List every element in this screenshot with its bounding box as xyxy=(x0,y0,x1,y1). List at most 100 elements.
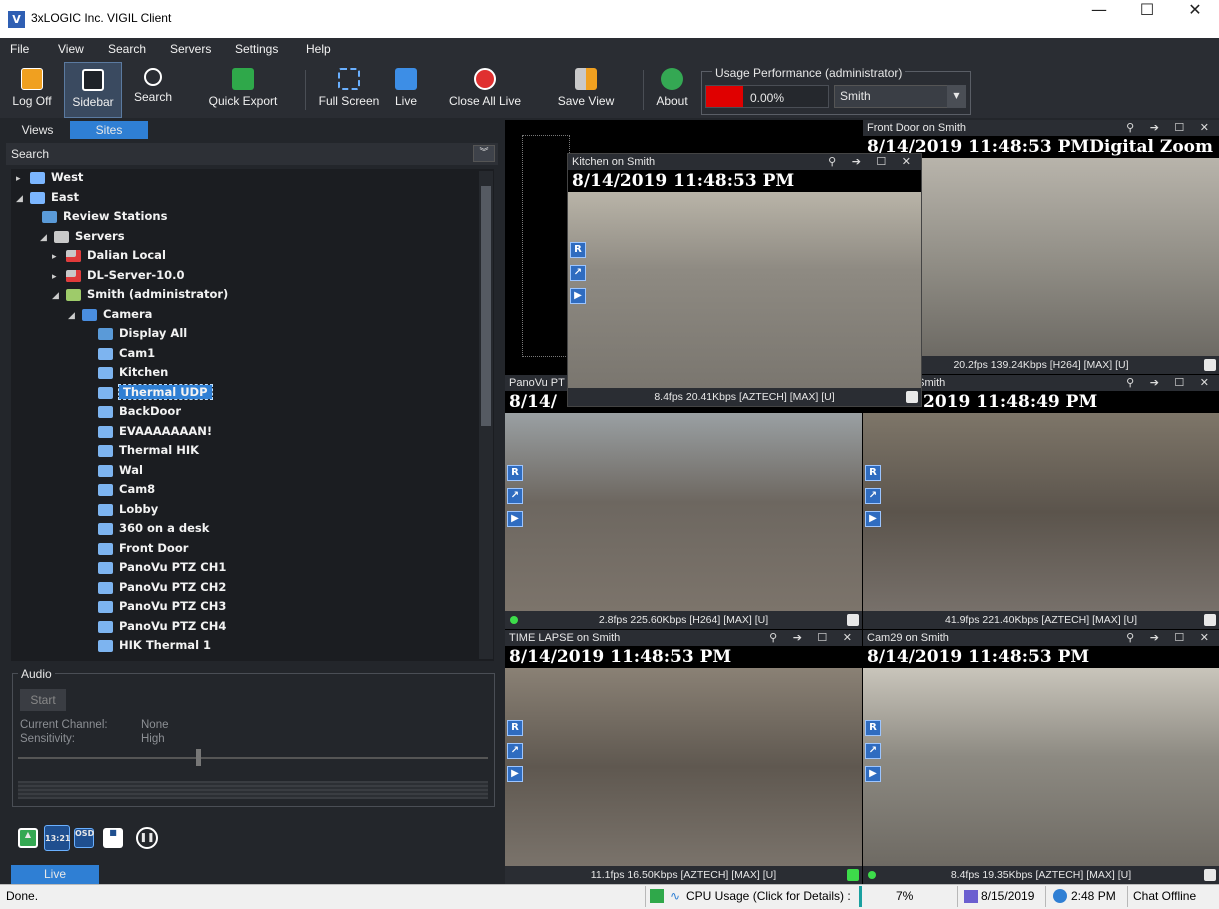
r-icon[interactable]: R xyxy=(865,465,881,481)
tree-item[interactable]: Front Door xyxy=(12,541,476,561)
user-status-icon[interactable] xyxy=(650,889,664,903)
r-icon[interactable]: R xyxy=(507,465,523,481)
record-camera-icon[interactable] xyxy=(1204,614,1216,626)
menu-servers[interactable]: Servers xyxy=(170,42,211,56)
share-icon[interactable]: ↗ xyxy=(865,488,881,504)
play-icon[interactable]: ▶ xyxy=(507,511,523,527)
tree-item[interactable]: ▸ DL-Server-10.0 xyxy=(12,268,476,288)
r-icon[interactable]: R xyxy=(570,242,586,258)
sensitivity-slider[interactable] xyxy=(18,757,488,759)
menu-settings[interactable]: Settings xyxy=(235,42,278,56)
share-icon[interactable]: ↗ xyxy=(570,265,586,281)
tree-item[interactable]: Cam8 xyxy=(12,482,476,502)
video-feed[interactable] xyxy=(568,192,921,388)
chevron-down-icon[interactable]: ▼ xyxy=(947,85,966,108)
video-feed[interactable] xyxy=(863,668,1219,866)
expand-arrow-icon[interactable]: ◢ xyxy=(68,311,78,321)
tree-scrollbar-thumb[interactable] xyxy=(481,186,491,426)
tile-panovu[interactable]: PanoVu PT 8/14/ R ↗ ▶ 2.8fps 225.60Kbps … xyxy=(505,375,862,629)
tree-item[interactable]: ▸ West xyxy=(12,170,476,190)
share-icon[interactable]: ↗ xyxy=(507,488,523,504)
tree-item[interactable]: Review Stations xyxy=(12,209,476,229)
tab-sites[interactable]: Sites xyxy=(70,121,148,139)
play-icon[interactable]: ▶ xyxy=(865,766,881,782)
tree-item[interactable]: PanoVu PTZ CH2 xyxy=(12,580,476,600)
cpu-usage-label[interactable]: CPU Usage (Click for Details) : xyxy=(686,889,851,903)
camera-snapshot-icon[interactable]: ■ xyxy=(103,828,123,848)
expand-arrow-icon[interactable]: ◢ xyxy=(16,194,26,204)
record-camera-icon[interactable] xyxy=(906,391,918,403)
menu-help[interactable]: Help xyxy=(306,42,331,56)
audio-start-button[interactable]: Start xyxy=(20,689,66,711)
close-all-live-button[interactable]: Close All Live xyxy=(443,62,527,118)
tree-item[interactable]: BackDoor xyxy=(12,404,476,424)
tile-controls[interactable]: ⚲ ➔ ☐ ✕ xyxy=(828,154,917,170)
tree-item[interactable]: PanoVu PTZ CH4 xyxy=(12,619,476,639)
expand-arrow-icon[interactable]: ◢ xyxy=(52,291,62,301)
live-tab[interactable]: Live xyxy=(11,865,99,884)
expand-arrow-icon[interactable]: ▸ xyxy=(52,272,62,282)
tree-item[interactable]: PanoVu PTZ CH1 xyxy=(12,560,476,580)
expand-arrow-icon[interactable]: ▸ xyxy=(16,174,26,184)
tile-kitchen[interactable]: Kitchen on Smith ⚲ ➔ ☐ ✕ 8/14/2019 11:48… xyxy=(567,153,922,407)
about-button[interactable]: About xyxy=(650,62,694,118)
record-camera-icon[interactable] xyxy=(847,869,859,881)
full-screen-button[interactable]: Full Screen xyxy=(312,62,386,118)
close-window-button[interactable]: ✕ xyxy=(1172,0,1218,38)
tree-item[interactable]: PanoVu PTZ CH3 xyxy=(12,599,476,619)
log-off-button[interactable]: Log Off xyxy=(2,62,62,118)
eject-icon[interactable]: ▲ xyxy=(18,828,38,848)
tile-controls[interactable]: ⚲ ➔ ☐ ✕ xyxy=(769,630,858,646)
play-icon[interactable]: ▶ xyxy=(865,511,881,527)
tile-ch4[interactable]: Z CH4 on Smith ⚲ ➔ ☐ ✕ 2019 11:48:49 PM … xyxy=(863,375,1219,629)
pause-icon[interactable]: ❚❚ xyxy=(136,827,158,849)
tree-item[interactable]: EVAAAAAAAN! xyxy=(12,424,476,444)
tab-views[interactable]: Views xyxy=(10,121,65,139)
share-icon[interactable]: ↗ xyxy=(507,743,523,759)
tree-item[interactable]: HIK Thermal 1 xyxy=(12,638,476,658)
minimize-button[interactable]: — xyxy=(1076,0,1122,38)
r-icon[interactable]: R xyxy=(865,720,881,736)
tile-time-lapse[interactable]: TIME LAPSE on Smith ⚲ ➔ ☐ ✕ 8/14/2019 11… xyxy=(505,630,862,884)
record-camera-icon[interactable] xyxy=(1204,359,1216,371)
tree-item[interactable]: ▸ Dalian Local xyxy=(12,248,476,268)
search-button[interactable]: Search xyxy=(128,62,178,118)
tree-item[interactable]: Wal xyxy=(12,463,476,483)
tile-controls[interactable]: ⚲ ➔ ☐ ✕ xyxy=(1126,120,1215,136)
menu-search[interactable]: Search xyxy=(108,42,146,56)
tree-item[interactable]: ◢ Smith (administrator) xyxy=(12,287,476,307)
menu-view[interactable]: View xyxy=(58,42,84,56)
quick-export-button[interactable]: Quick Export xyxy=(198,62,288,118)
video-feed[interactable] xyxy=(863,413,1219,611)
tile-controls[interactable]: ⚲ ➔ ☐ ✕ xyxy=(1126,630,1215,646)
sensitivity-slider-thumb[interactable] xyxy=(196,749,201,766)
r-icon[interactable]: R xyxy=(507,720,523,736)
tree-item[interactable]: ◢ East xyxy=(12,190,476,210)
tree-item[interactable]: ◢ Servers xyxy=(12,229,476,249)
play-icon[interactable]: ▶ xyxy=(507,766,523,782)
video-feed[interactable] xyxy=(505,413,862,611)
save-view-button[interactable]: Save View xyxy=(548,62,624,118)
tree-item[interactable]: Lobby xyxy=(12,502,476,522)
time-overlay-button[interactable]: 13:21 xyxy=(44,825,70,851)
expand-arrow-icon[interactable]: ▸ xyxy=(52,252,62,262)
tree-item[interactable]: Display All xyxy=(12,326,476,346)
empty-slot[interactable] xyxy=(522,135,570,357)
tree-item[interactable]: Kitchen xyxy=(12,365,476,385)
osd-button[interactable]: OSD xyxy=(74,828,94,848)
maximize-button[interactable]: ☐ xyxy=(1124,0,1170,38)
expand-arrow-icon[interactable]: ◢ xyxy=(40,233,50,243)
tree-item[interactable]: 360 on a desk xyxy=(12,521,476,541)
play-icon[interactable]: ▶ xyxy=(570,288,586,304)
tree-item[interactable]: Thermal HIK xyxy=(12,443,476,463)
chat-status[interactable]: Chat Offline xyxy=(1133,889,1196,903)
video-feed[interactable] xyxy=(505,668,862,866)
menu-file[interactable]: File xyxy=(10,42,29,56)
tile-cam29[interactable]: Cam29 on Smith ⚲ ➔ ☐ ✕ 8/14/2019 11:48:5… xyxy=(863,630,1219,884)
sidebar-button[interactable]: Sidebar xyxy=(64,62,122,118)
tile-controls[interactable]: ⚲ ➔ ☐ ✕ xyxy=(1126,375,1215,391)
share-icon[interactable]: ↗ xyxy=(865,743,881,759)
tree-item[interactable]: ◢ Camera xyxy=(12,307,476,327)
record-camera-icon[interactable] xyxy=(847,614,859,626)
record-camera-icon[interactable] xyxy=(1204,869,1216,881)
